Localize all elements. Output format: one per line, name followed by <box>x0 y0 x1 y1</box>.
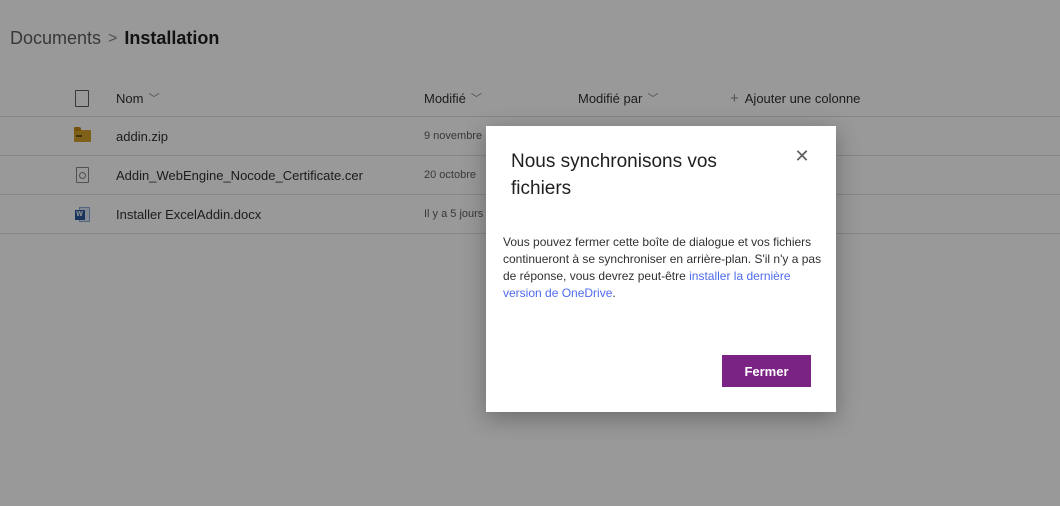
close-icon[interactable]: ✕ <box>792 146 812 166</box>
close-dialog-button[interactable]: Fermer <box>722 355 811 387</box>
sync-dialog: Nous synchronisons vos fichiers ✕ Vous p… <box>486 126 836 412</box>
dialog-message: Vous pouvez fermer cette boîte de dialog… <box>503 234 825 302</box>
dialog-message-end: . <box>612 286 616 300</box>
dialog-title: Nous synchronisons vos fichiers <box>511 151 717 199</box>
